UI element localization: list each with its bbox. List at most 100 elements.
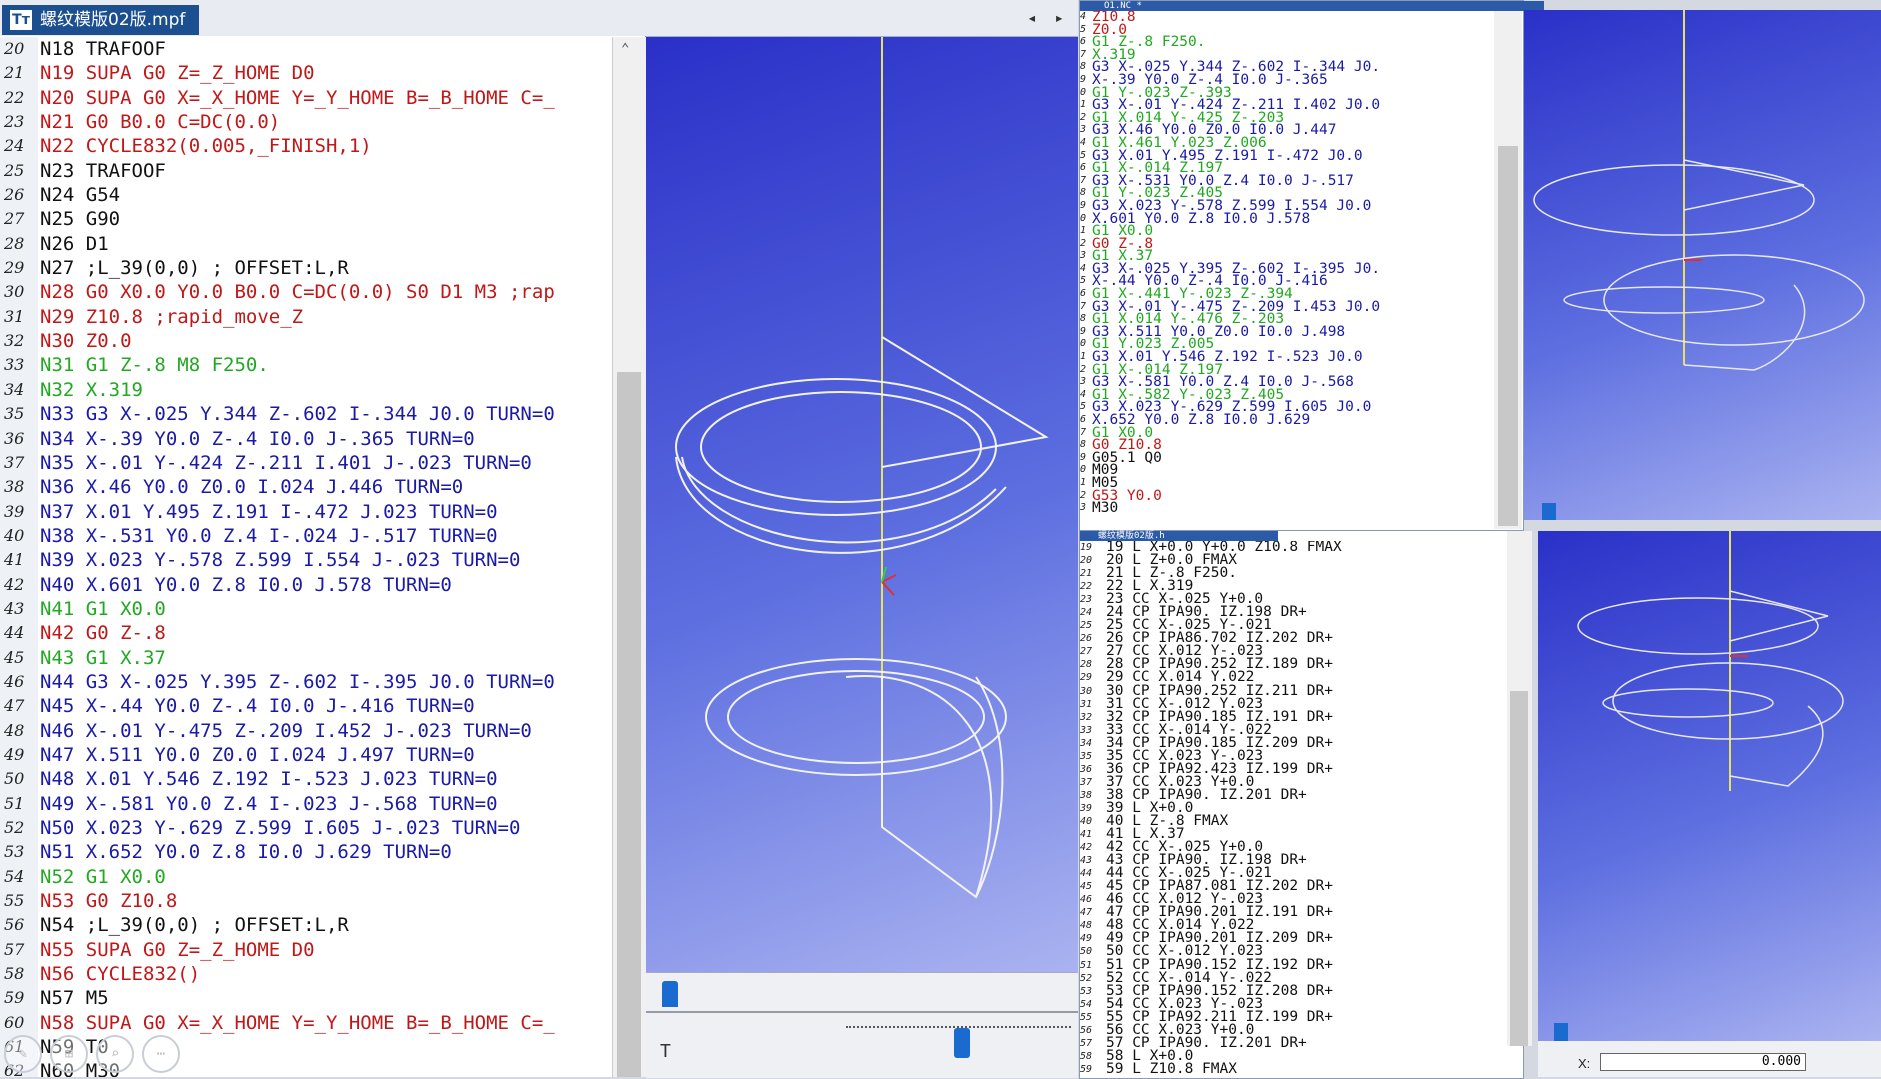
code-line[interactable]: 24 N22 CYCLE832(0.005,_FINISH,1) [0,134,612,159]
code-line[interactable]: 38 N36 X.46 Y0.0 Z0.0 I.024 J.446 TURN=0 [0,475,612,500]
code-line[interactable]: 4 Z10.8 [1080,11,1494,24]
code-line[interactable]: 36 N34 X-.39 Y0.0 Z-.4 I0.0 J-.365 TURN=0 [0,426,612,451]
code-line[interactable]: 9 G05.1 Q0 [1080,451,1494,465]
code-line[interactable]: 50 N48 X.01 Y.546 Z.192 I-.523 J.023 TURN… [0,767,612,792]
3d-viewport-main[interactable] [646,37,1078,972]
code-line[interactable]: 59 59 L Z10.8 FMAX [1080,1062,1500,1076]
code-line[interactable]: 27 N25 G90 [0,207,612,232]
code-line[interactable]: 0 M09 [1080,463,1494,477]
line-number: 1 [1080,351,1087,363]
code-editor[interactable]: 20 N18 TRAFOOF 21 N19 SUPA G0 Z=_Z_HOME D0 2… [0,37,612,1077]
coordinate-bar: X: 0.000 [1538,1041,1881,1077]
code-line[interactable]: 34 N32 X.319 [0,377,612,403]
code-line[interactable]: 59 N57 M5 [0,986,612,1011]
code-line[interactable]: 2 G53 Y0.0 [1080,489,1494,503]
layout-icon[interactable]: ⊞ [50,1035,88,1073]
h-panel-title[interactable]: 螺纹模版02版.h [1080,531,1278,541]
nc-scrollbar[interactable] [1494,11,1522,529]
code-line[interactable]: 41 N39 X.023 Y-.578 Z.599 I.554 J-.023 TU… [0,548,612,573]
code-line[interactable]: 45 N43 G1 X.37 [0,645,612,670]
code-line[interactable]: 23 N21 G0 B0.0 C=DC(0.0) [0,110,612,135]
line-text: N34 X-.39 Y0.0 Z-.4 I0.0 J-.365 TURN=0 [40,427,475,450]
code-line[interactable]: 51 N49 X-.581 Y0.0 Z.4 I-.023 J-.568 TURN… [0,791,612,816]
search-icon[interactable]: ⌕ [96,1035,134,1073]
code-line[interactable]: 37 N35 X-.01 Y-.424 Z-.211 I.401 J-.023 T… [0,450,612,476]
nc-panel-title[interactable]: O1.NC * [1080,1,1544,11]
code-line[interactable]: 40 N38 X-.531 Y0.0 Z.4 I-.024 J-.517 TURN… [0,523,612,549]
code-line[interactable]: 35 N33 G3 X-.025 Y.344 Z-.602 I-.344 J0.0… [0,402,612,427]
speed-slider-thumb[interactable] [954,1028,970,1058]
more-icon[interactable]: ⋯ [142,1035,180,1073]
line-number: 34 [1080,737,1093,749]
code-line[interactable]: 6 G1 Z-.8 F250. [1080,35,1494,49]
scrollbar-thumb[interactable] [1498,146,1518,526]
code-line[interactable]: 60 N58 SUPA G0 X=_X_HOME Y=_Y_HOME B=_B_H… [0,1010,612,1036]
code-line[interactable]: 54 N52 G1 X0.0 [0,864,612,890]
code-line[interactable]: 22 N20 SUPA G0 X=_X_HOME Y=_Y_HOME B=_B_H… [0,85,612,111]
line-number: 49 [1080,933,1093,945]
tab-nav-arrows[interactable]: ◂ ▸ [1027,8,1068,27]
code-line[interactable]: 33 N31 G1 Z-.8 M8 F250. [0,353,612,378]
scrollbar-thumb[interactable] [1510,691,1528,1046]
line-text: M30 [1092,500,1119,515]
line-number: 46 [0,669,38,695]
code-line[interactable]: 29 N27 ;L_39(0,0) ; OFFSET:L,R [0,256,612,281]
h-code-list[interactable]: 19 19 L X+0.0 Y+0.0 Z10.8 FMAX 20 20 L Z+0.… [1080,541,1500,1076]
code-line[interactable]: 47 N45 X-.44 Y0.0 Z-.4 I0.0 J-.416 TURN=0 [0,694,612,719]
code-line[interactable]: 21 N19 SUPA G0 Z=_Z_HOME D0 [0,61,612,86]
3d-viewport-bottom-right[interactable] [1538,531,1881,1041]
code-line[interactable]: 53 N51 X.652 Y0.0 Z.8 I0.0 J.629 TURN=0 [0,840,612,865]
code-line[interactable]: 56 N54 ;L_39(0,0) ; OFFSET:L,R [0,913,612,938]
timeline-marker[interactable] [1554,1023,1568,1041]
editor-scrollbar[interactable]: ⌃ [612,37,646,1077]
3d-viewport-top-right[interactable] [1524,10,1881,520]
code-line[interactable]: 58 N56 CYCLE832() [0,962,612,987]
code-line[interactable]: 28 N26 D1 [0,231,612,257]
line-number: 51 [0,791,38,816]
line-number: 42 [1080,842,1093,854]
line-number: 40 [1080,815,1093,827]
code-line[interactable]: 30 N28 G0 X0.0 Y0.0 B0.0 C=DC(0.0) S0 D1 … [0,280,612,305]
code-line[interactable]: 20 N18 TRAFOOF [0,37,612,62]
line-number: 53 [0,840,38,865]
code-line[interactable]: 44 N42 G0 Z-.8 [0,621,612,646]
code-line[interactable]: 31 N29 Z10.8 ;rapid_move_Z [0,304,612,330]
edit-icon[interactable]: ✎ [4,1035,42,1073]
code-line[interactable]: 26 N24 G54 [0,183,612,208]
code-line[interactable]: 48 N46 X-.01 Y-.475 Z-.209 I.452 J-.023 T… [0,718,612,743]
code-line[interactable]: 55 N53 G0 Z10.8 [0,889,612,914]
line-number: 27 [0,207,38,232]
timeline-marker[interactable] [1542,503,1556,520]
h-scrollbar[interactable] [1507,531,1532,1046]
code-line[interactable]: 52 N50 X.023 Y-.629 Z.599 I.605 J-.023 TU… [0,816,612,841]
code-line[interactable]: 49 N47 X.511 Y0.0 Z0.0 I.024 J.497 TURN=0 [0,742,612,768]
nc-code-list[interactable]: 4 Z10.8 5 Z0.0 6 G1 Z-.8 F250. 7 X.319 8 G3 X-.02… [1080,11,1494,515]
line-number: 9 [1080,451,1087,463]
line-number: 41 [0,548,38,573]
line-text: N35 X-.01 Y-.424 Z-.211 I.401 J-.023 TUR… [40,451,532,474]
line-number: 57 [1080,1037,1093,1049]
timeline-marker[interactable] [662,981,678,1007]
code-line[interactable]: 39 N37 X.01 Y.495 Z.191 I-.472 J.023 TURN… [0,499,612,524]
code-line[interactable]: 42 N40 X.601 Y0.0 Z.8 I0.0 J.578 TURN=0 [0,572,612,597]
scroll-up-icon[interactable]: ⌃ [621,41,629,57]
code-line[interactable]: 43 N41 G1 X0.0 [0,596,612,622]
line-number: 58 [1080,1050,1093,1062]
code-line[interactable]: 46 N44 G3 X-.025 Y.395 Z-.602 I-.395 J0.0… [0,669,612,695]
line-text: N50 X.023 Y-.629 Z.599 I.605 J-.023 TURN… [40,817,521,839]
line-number: 49 [0,742,38,768]
timeline-track[interactable] [646,1011,1078,1013]
speed-slider-track[interactable] [846,1018,1071,1028]
tool-icon[interactable]: T [660,1041,671,1062]
line-number: 48 [0,718,38,743]
x-coordinate-field[interactable]: 0.000 [1600,1053,1806,1071]
code-line[interactable]: 3 M30 [1080,500,1494,515]
code-line[interactable]: 25 N23 TRAFOOF [0,158,612,184]
line-number: 2 [1080,237,1087,249]
scrollbar-thumb[interactable] [617,372,641,1077]
tab-mpf-file[interactable]: Tт 螺纹模版02版.mpf [2,5,200,35]
code-line[interactable]: 32 N30 Z0.0 [0,329,612,354]
playback-controls: T [646,972,1078,1078]
code-line[interactable]: 57 N55 SUPA G0 Z=_Z_HOME D0 [0,937,612,963]
line-text: N43 G1 X.37 [40,646,166,669]
